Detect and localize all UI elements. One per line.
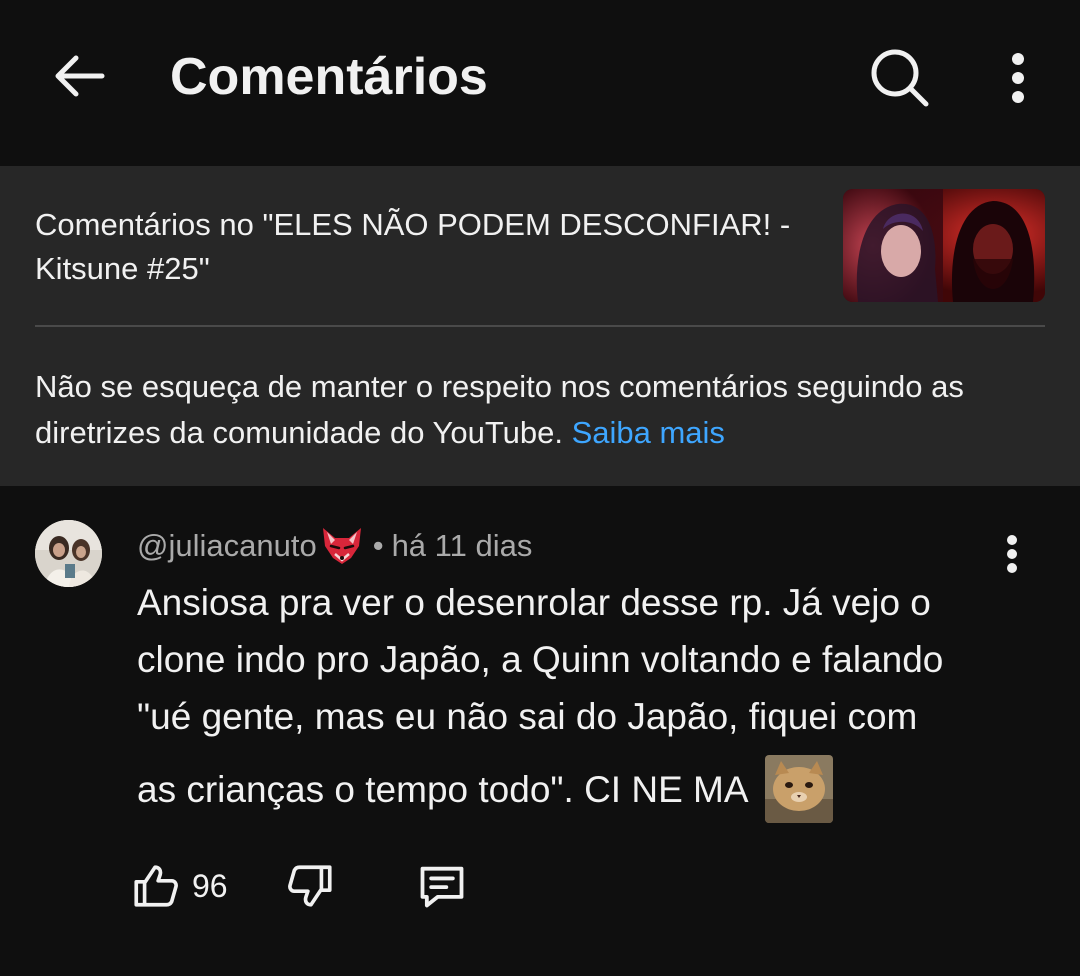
reply-button[interactable] bbox=[416, 860, 468, 912]
more-vertical-icon bbox=[1007, 535, 1017, 573]
learn-more-link[interactable]: Saiba mais bbox=[572, 415, 725, 450]
arrow-left-icon bbox=[55, 55, 105, 97]
video-thumbnail[interactable] bbox=[843, 189, 1045, 302]
avatar-image bbox=[35, 520, 102, 587]
comment-text: Ansiosa pra ver o desenrolar desse rp. J… bbox=[137, 574, 1027, 823]
more-options-button[interactable] bbox=[990, 40, 1046, 116]
comment-author[interactable]: @juliacanuto bbox=[137, 526, 317, 566]
page-title: Comentários bbox=[170, 48, 488, 106]
fox-badge-icon bbox=[322, 528, 361, 564]
search-icon bbox=[871, 49, 929, 107]
comments-page: Comentários Comentários no "ELES NÃO POD… bbox=[0, 0, 1080, 976]
guideline-text: Não se esqueça de manter o respeito nos … bbox=[35, 369, 964, 450]
community-guidelines-notice: Não se esqueça de manter o respeito nos … bbox=[35, 364, 1035, 456]
search-button[interactable] bbox=[862, 40, 938, 116]
thumbs-up-icon bbox=[134, 865, 178, 907]
video-title[interactable]: Comentários no "ELES NÃO PODEM DESCONFIA… bbox=[35, 203, 825, 291]
top-app-bar: Comentários bbox=[0, 0, 1080, 158]
avatar[interactable] bbox=[35, 520, 102, 587]
comment-line: Ansiosa pra ver o desenrolar desse rp. J… bbox=[137, 582, 931, 623]
like-button[interactable]: 96 bbox=[130, 861, 228, 911]
comment-line: as crianças o tempo todo". CI NE MA bbox=[137, 768, 749, 810]
comment-actions: 96 bbox=[130, 856, 468, 916]
divider bbox=[35, 325, 1045, 327]
more-vertical-icon bbox=[1012, 53, 1024, 103]
comment-time: há 11 dias bbox=[391, 528, 533, 563]
dislike-button[interactable] bbox=[286, 861, 336, 911]
cat-emoji-icon bbox=[764, 755, 833, 823]
thumbnail-image bbox=[843, 189, 1045, 302]
comment-line: clone indo pro Japão, a Quinn voltando e… bbox=[137, 639, 944, 680]
like-count: 96 bbox=[192, 867, 228, 904]
thumbs-down-icon bbox=[287, 865, 332, 907]
comment-reply-icon bbox=[420, 866, 463, 908]
comment-line: "ué gente, mas eu não sai do Japão, fiqu… bbox=[137, 696, 918, 737]
back-button[interactable] bbox=[42, 44, 114, 108]
comment-meta: @juliacanuto • há 11 dias bbox=[137, 524, 532, 568]
comment-line-last: as crianças o tempo todo". CI NE MA bbox=[137, 755, 1027, 823]
comment-separator: • bbox=[372, 528, 384, 563]
